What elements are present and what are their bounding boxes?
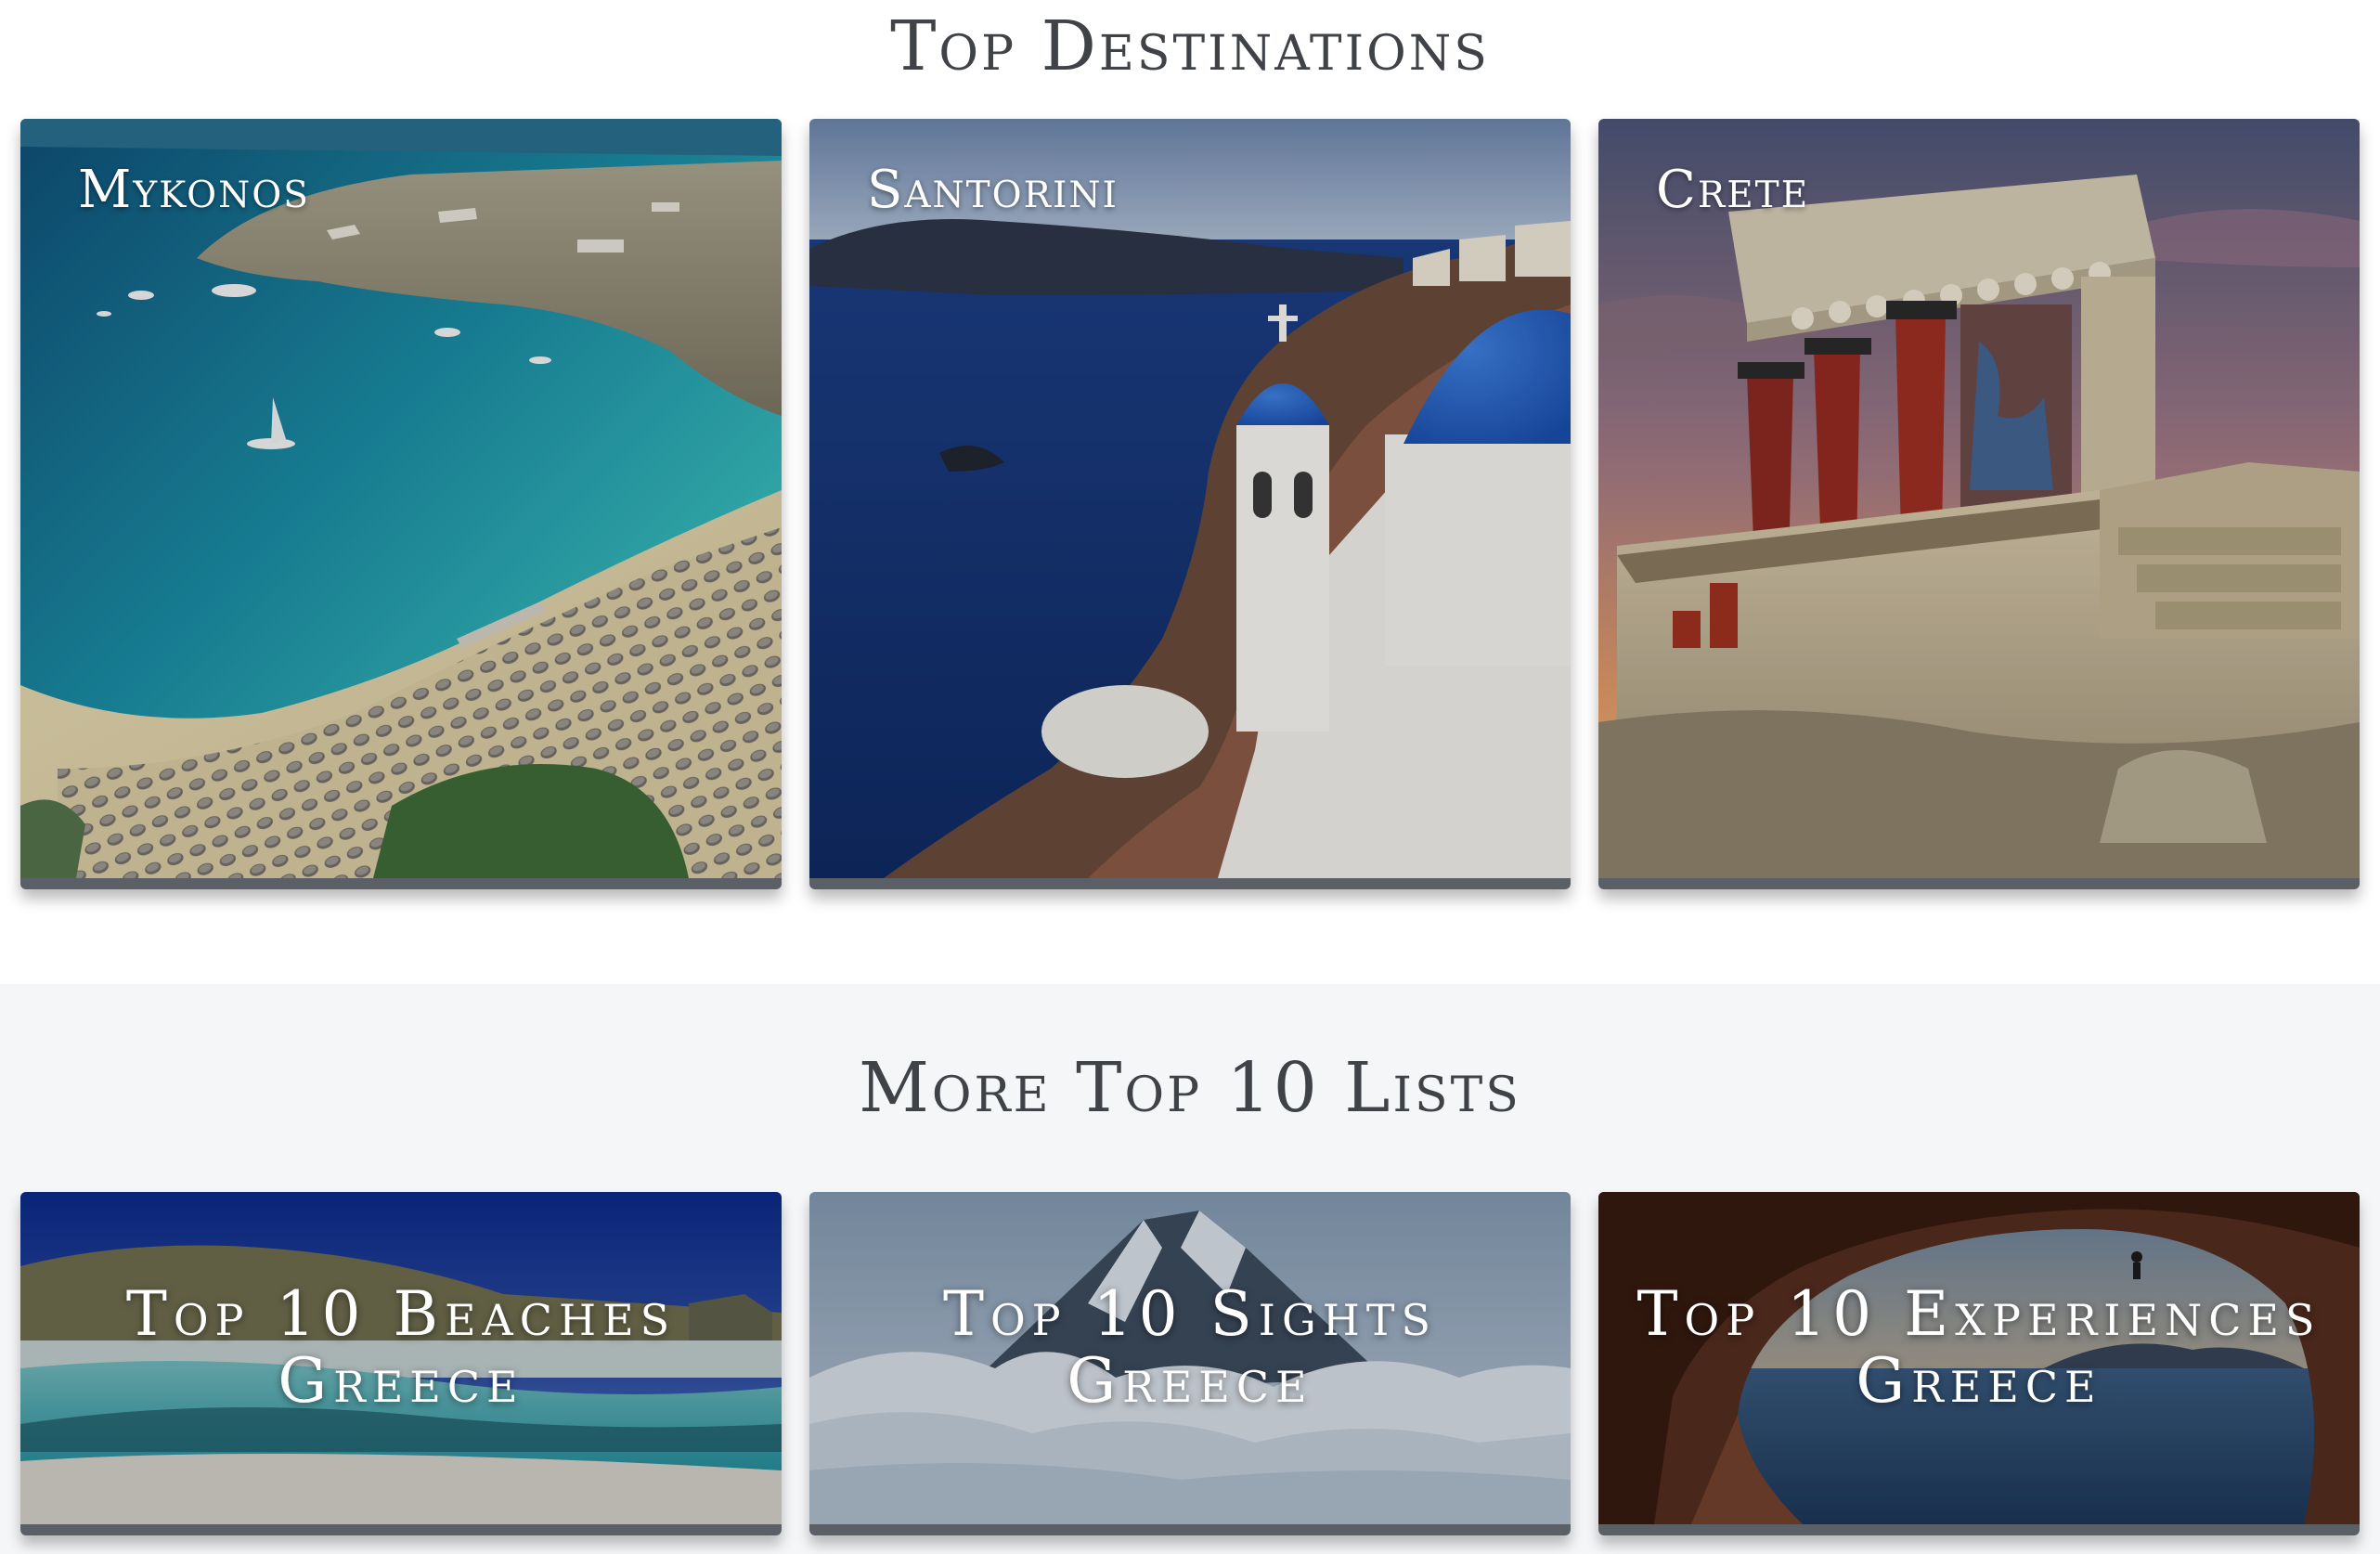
more-lists-heading: More Top 10 Lists xyxy=(859,1048,1521,1128)
list-card-title: Top 10 Experiences xyxy=(1636,1278,2322,1350)
list-card-label: Top 10 Experiences Greece xyxy=(1598,1281,2360,1415)
santorini-image xyxy=(809,119,1571,878)
list-card-subtitle: Greece xyxy=(1856,1345,2102,1417)
list-card-experiences[interactable]: Top 10 Experiences Greece xyxy=(1598,1192,2360,1535)
card-footer-bar xyxy=(1598,878,2360,889)
list-card-label: Top 10 Beaches Greece xyxy=(20,1281,782,1415)
card-footer-bar xyxy=(20,1524,782,1535)
crete-image xyxy=(1598,119,2360,878)
card-footer-bar xyxy=(20,878,782,889)
destination-card-mykonos[interactable]: Mykonos xyxy=(20,119,782,889)
list-card-title: Top 10 Beaches xyxy=(125,1278,677,1350)
destination-label: Santorini xyxy=(867,160,1119,220)
page: Top Destinations Mykonos Santorini Crete… xyxy=(0,0,2380,1554)
destination-card-crete[interactable]: Crete xyxy=(1598,119,2360,889)
list-card-title: Top 10 Sights xyxy=(942,1278,1438,1350)
list-card-sights[interactable]: Top 10 Sights Greece xyxy=(809,1192,1571,1535)
list-card-subtitle: Greece xyxy=(1067,1345,1313,1417)
list-card-beaches[interactable]: Top 10 Beaches Greece xyxy=(20,1192,782,1535)
card-footer-bar xyxy=(1598,1524,2360,1535)
destination-label: Crete xyxy=(1656,160,1810,220)
card-footer-bar xyxy=(809,878,1571,889)
mykonos-image xyxy=(20,119,782,878)
destination-label: Mykonos xyxy=(78,160,310,220)
list-card-subtitle: Greece xyxy=(278,1345,524,1417)
list-card-label: Top 10 Sights Greece xyxy=(809,1281,1571,1415)
card-footer-bar xyxy=(809,1524,1571,1535)
destination-card-santorini[interactable]: Santorini xyxy=(809,119,1571,889)
top-destinations-heading: Top Destinations xyxy=(890,6,1490,86)
